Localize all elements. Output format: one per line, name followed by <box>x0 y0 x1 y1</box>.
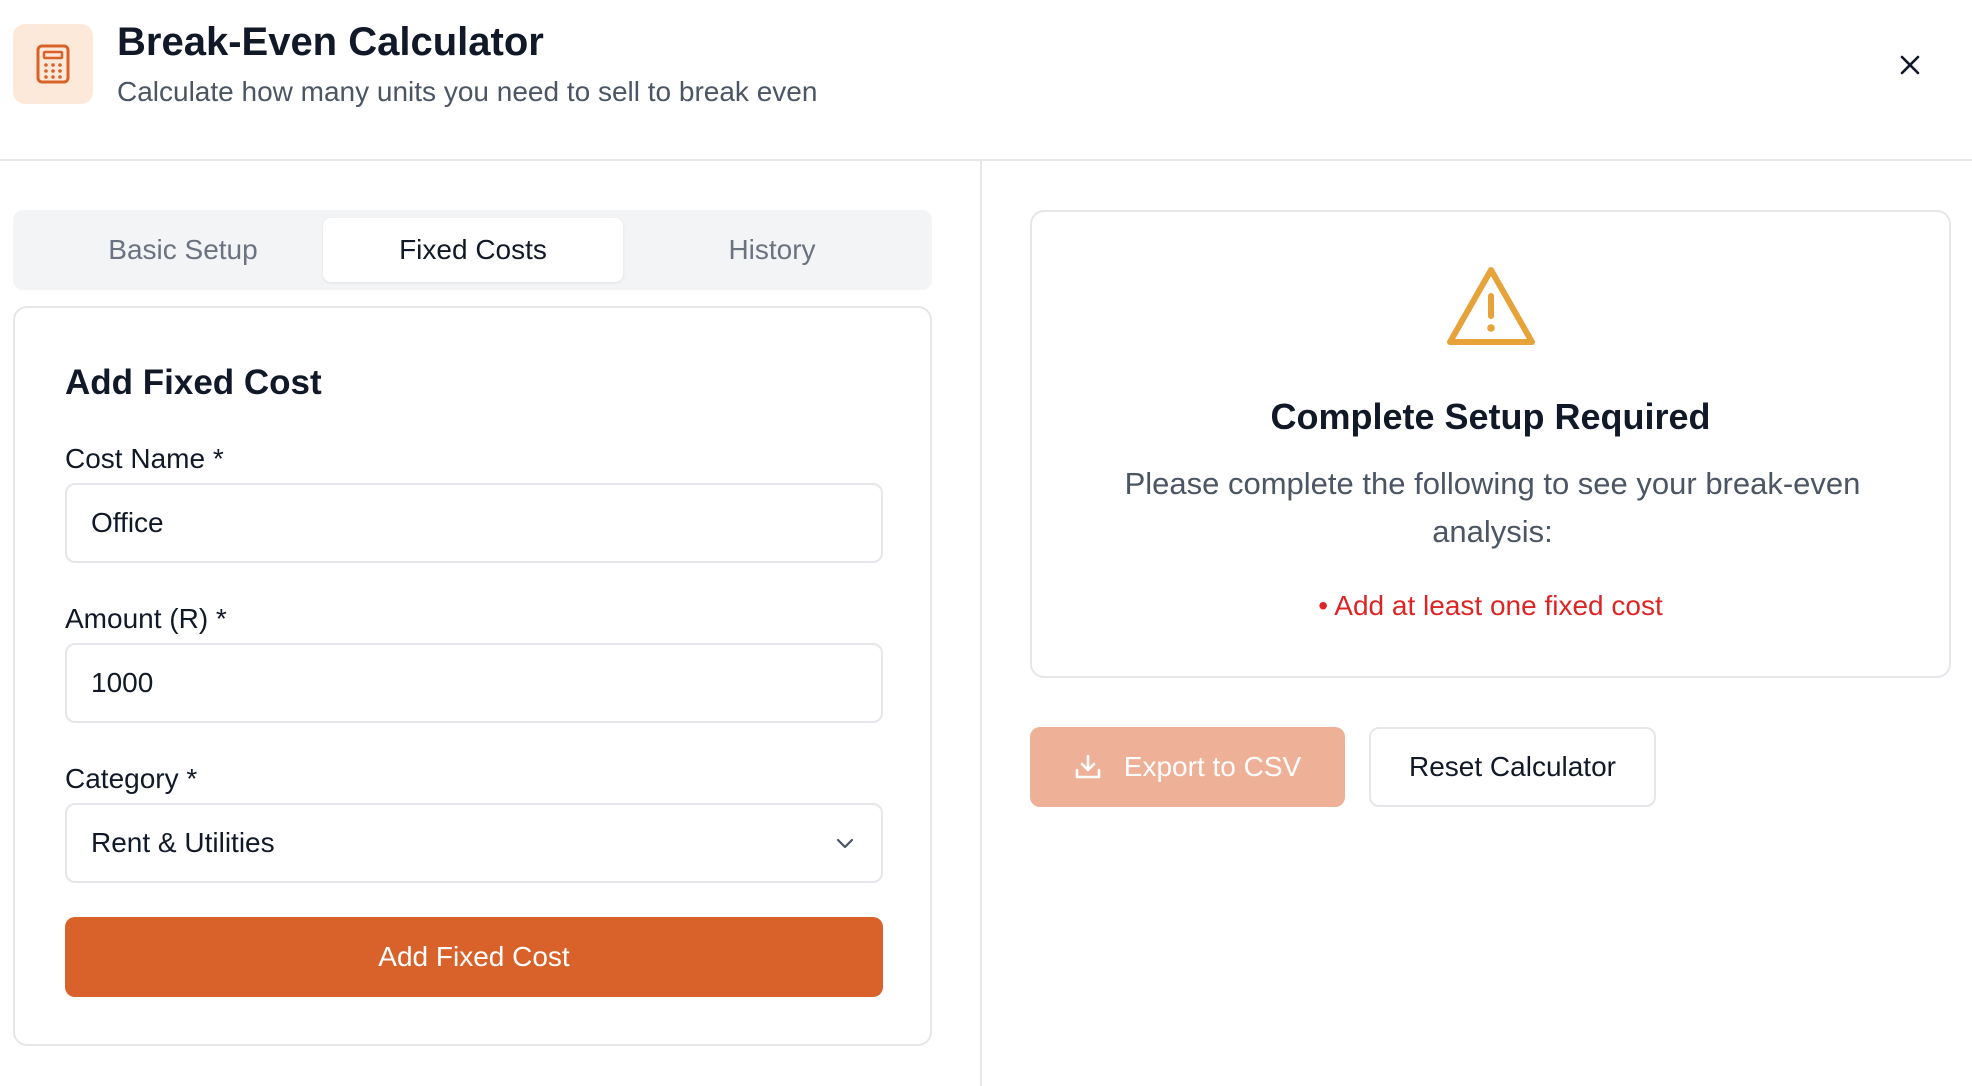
dialog-subtitle: Calculate how many units you need to sel… <box>117 76 818 107</box>
tab-fixed-costs[interactable]: Fixed Costs <box>323 218 623 282</box>
alert-message: Please complete the following to see you… <box>1124 466 1861 549</box>
category-select-value: Rent & Utilities <box>91 827 275 858</box>
alert-requirement: • Add at least one fixed cost <box>1318 590 1663 621</box>
alert-title: Complete Setup Required <box>1270 396 1711 437</box>
chevron-down-icon <box>836 838 854 849</box>
amount-input[interactable] <box>65 643 883 723</box>
warning-icon <box>1447 267 1535 345</box>
tab-history[interactable]: History <box>622 218 922 282</box>
calculator-icon <box>13 24 93 104</box>
reset-calculator-button[interactable]: Reset Calculator <box>1369 727 1656 807</box>
tab-list: Basic Setup Fixed Costs History <box>13 210 932 290</box>
add-fixed-cost-button[interactable]: Add Fixed Cost <box>65 917 883 997</box>
add-fixed-cost-form: Add Fixed Cost Cost Name * Amount (R) * … <box>13 306 932 1046</box>
close-button[interactable] <box>1890 45 1930 85</box>
category-select[interactable]: Rent & Utilities <box>65 803 883 883</box>
close-icon <box>1900 55 1920 75</box>
dialog-header: Break-Even Calculator Calculate how many… <box>0 0 1972 161</box>
category-label: Category * <box>65 763 198 794</box>
setup-required-card: Complete Setup Required Please complete … <box>1030 210 1951 678</box>
tab-basic-setup[interactable]: Basic Setup <box>33 218 333 282</box>
download-icon <box>1075 754 1101 779</box>
export-csv-button[interactable]: Export to CSV <box>1030 727 1345 807</box>
panel-divider <box>980 161 982 1086</box>
cost-name-input[interactable] <box>65 483 883 563</box>
amount-label: Amount (R) * <box>65 603 227 634</box>
dialog-title: Break-Even Calculator <box>117 20 544 64</box>
form-title: Add Fixed Cost <box>65 363 322 402</box>
cost-name-label: Cost Name * <box>65 443 224 474</box>
export-csv-label: Export to CSV <box>1123 751 1302 782</box>
